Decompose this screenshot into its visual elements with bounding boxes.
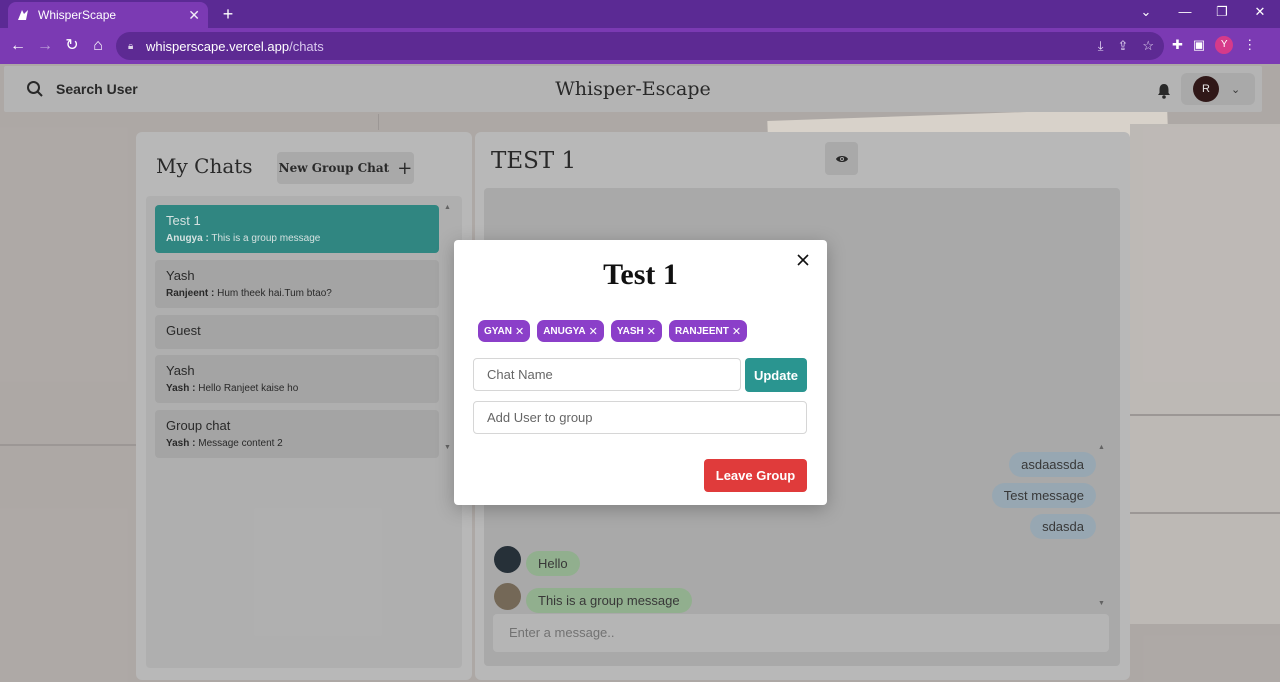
member-chip-label: ANUGYA <box>543 325 586 337</box>
forward-icon[interactable]: → <box>35 36 55 56</box>
member-chip[interactable]: RANJEENT ✕ <box>668 320 748 342</box>
close-tab-icon[interactable]: ✕ <box>188 7 200 24</box>
remove-member-icon[interactable]: ✕ <box>515 325 524 338</box>
address-bar[interactable]: 🔒︎ whisperscape.vercel.app/chats ⤓ ⇪ ☆ <box>116 32 1164 60</box>
lock-icon: 🔒︎ <box>128 40 134 52</box>
modal-title: Test 1 <box>603 258 678 291</box>
tab-search-icon[interactable]: ⌄ <box>1136 4 1156 20</box>
member-chip[interactable]: YASH ✕ <box>610 320 662 342</box>
share-icon[interactable]: ⇪ <box>1117 38 1128 54</box>
new-tab-icon[interactable]: + <box>218 4 238 24</box>
site-favicon-icon <box>16 8 30 22</box>
member-chip[interactable]: ANUGYA ✕ <box>537 320 604 342</box>
home-icon[interactable]: ⌂ <box>88 36 108 56</box>
member-chip-label: YASH <box>616 325 644 337</box>
install-app-icon[interactable]: ⤓ <box>1098 38 1104 54</box>
close-window-icon[interactable]: ✕ <box>1250 4 1270 20</box>
close-icon[interactable] <box>794 251 812 269</box>
member-chip-label: GYAN <box>484 325 512 337</box>
minimize-icon[interactable]: — <box>1175 4 1195 19</box>
update-button[interactable]: Update <box>745 358 807 392</box>
reload-icon[interactable]: ↻ <box>62 36 82 56</box>
bookmark-star-icon[interactable]: ☆ <box>1142 38 1154 54</box>
member-chips: GYAN ✕ ANUGYA ✕ YASH ✕ RANJEENT ✕ <box>478 320 748 342</box>
add-user-input[interactable]: Add User to group <box>473 401 807 434</box>
tab-title: WhisperScape <box>38 8 117 22</box>
extensions-icon[interactable]: ✚ <box>1172 37 1183 53</box>
back-icon[interactable]: ← <box>8 36 28 56</box>
url-path: /chats <box>289 38 324 54</box>
browser-menu-icon[interactable]: ⋮ <box>1243 37 1256 53</box>
profile-avatar[interactable]: Y <box>1215 36 1234 54</box>
remove-member-icon[interactable]: ✕ <box>647 325 656 338</box>
url-host: whisperscape.vercel.app <box>146 38 290 54</box>
leave-group-button[interactable]: Leave Group <box>704 459 807 492</box>
maximize-icon[interactable]: ❐ <box>1212 4 1232 20</box>
member-chip[interactable]: GYAN ✕ <box>478 320 531 342</box>
group-settings-modal: Test 1 GYAN ✕ ANUGYA ✕ YASH ✕ RANJEENT ✕ Cha… <box>454 240 827 505</box>
browser-tab[interactable]: WhisperScape ✕ <box>8 2 208 28</box>
chat-name-input[interactable]: Chat Name <box>473 358 741 391</box>
browser-tab-strip: WhisperScape ✕ + ⌄ — ❐ ✕ <box>0 0 1280 28</box>
remove-member-icon[interactable]: ✕ <box>589 325 598 338</box>
remove-member-icon[interactable]: ✕ <box>732 325 741 338</box>
side-panel-icon[interactable]: ▣ <box>1193 37 1205 53</box>
address-toolbar: ← → ↻ ⌂ 🔒︎ whisperscape.vercel.app/chats… <box>0 28 1280 64</box>
member-chip-label: RANJEENT <box>674 325 729 337</box>
